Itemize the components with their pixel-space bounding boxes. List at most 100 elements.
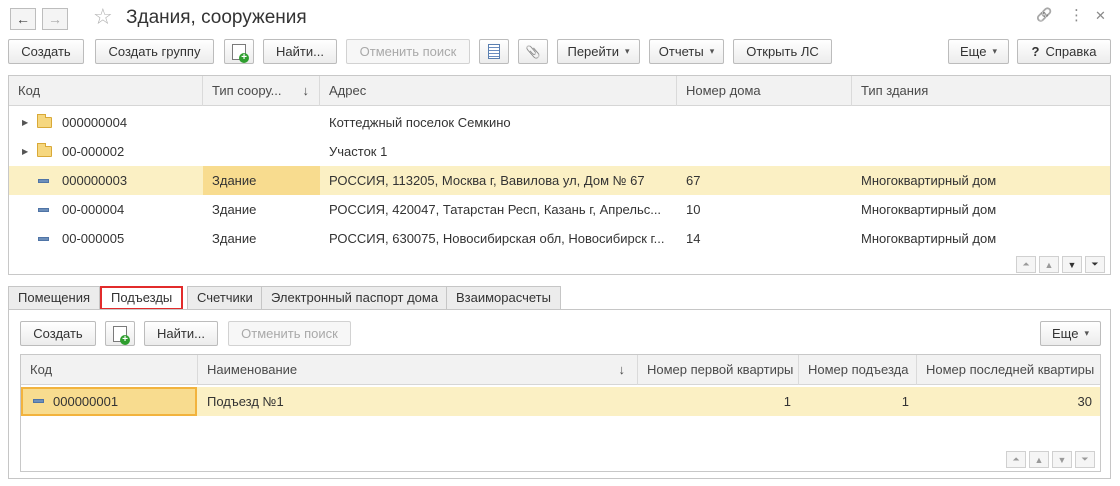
sub-find-button[interactable]: Найти... (144, 321, 218, 346)
sub-create-button[interactable]: Создать (20, 321, 96, 346)
help-label: Справка (1045, 44, 1097, 59)
folder-icon (37, 114, 52, 128)
back-button[interactable]: ← (10, 8, 36, 30)
table-row[interactable]: 00-000005 Здание РОССИЯ, 630075, Новосиб… (9, 224, 1110, 253)
scroll-down-button[interactable]: ▼ (1062, 256, 1082, 273)
sub-copy-button[interactable] (105, 321, 135, 346)
reports-button[interactable]: Отчеты ▾ (649, 39, 724, 64)
paperclip-icon: 📎 (525, 44, 541, 59)
scroll-first-button[interactable]: ⏶ (1006, 451, 1026, 468)
star-icon[interactable]: ☆ (93, 4, 113, 30)
list-button[interactable] (479, 39, 509, 64)
tab-entrances[interactable]: Подъезды (100, 286, 184, 310)
scroll-down-button[interactable]: ▼ (1052, 451, 1072, 468)
sub-more-button[interactable]: Еще ▾ (1040, 321, 1101, 346)
scroll-up-button[interactable]: ▲ (1029, 451, 1049, 468)
table-row[interactable]: ▶ 00-000002 Участок 1 (9, 137, 1110, 166)
page-title: Здания, сооружения (126, 7, 307, 28)
sub-cancel-search-button[interactable]: Отменить поиск (228, 321, 351, 346)
item-icon (33, 399, 44, 403)
column-entrance-number[interactable]: Номер подъезда (799, 355, 917, 385)
link-icon[interactable]: 🔗 (1036, 7, 1052, 23)
more-label: Еще (960, 44, 987, 59)
tab-meters[interactable]: Счетчики (187, 286, 263, 310)
open-ls-button[interactable]: Открыть ЛС (733, 39, 832, 64)
row-type: Здание (212, 231, 257, 246)
tab-settlements[interactable]: Взаиморасчеты (446, 286, 561, 310)
entrances-panel: Создать Найти... Отменить поиск Еще ▾ Код… (8, 309, 1111, 479)
table-row[interactable]: 00-000004 Здание РОССИЯ, 420047, Татарст… (9, 195, 1110, 224)
row-type: Здание (203, 166, 320, 195)
more-button[interactable]: Еще ▾ (948, 39, 1009, 64)
row-address: РОССИЯ, 420047, Татарстан Респ, Казань г… (329, 202, 662, 217)
sort-down-icon: ↓ (302, 83, 310, 98)
row-first-flat: 1 (783, 394, 791, 409)
sort-down-icon: ↓ (618, 362, 626, 377)
row-code: 000000001 (21, 387, 197, 416)
column-type[interactable]: Тип соору... ↓ (203, 76, 320, 106)
scroll-last-button[interactable]: ⏷ (1085, 256, 1105, 273)
create-group-button[interactable]: Создать группу (95, 39, 214, 64)
column-building-type[interactable]: Тип здания (852, 76, 1110, 106)
more-vertical-icon[interactable]: ⋮ (1069, 6, 1084, 24)
tab-premises[interactable]: Помещения (8, 286, 101, 310)
help-button[interactable]: ? Справка (1017, 39, 1111, 64)
row-house: 10 (686, 202, 701, 217)
column-code[interactable]: Код (21, 355, 198, 385)
scroll-first-button[interactable]: ⏶ (1016, 256, 1036, 273)
row-building-type (852, 108, 1110, 137)
row-house (677, 108, 852, 137)
chevron-down-icon: ▾ (624, 46, 630, 56)
create-button[interactable]: Создать (8, 39, 84, 64)
tab-passport[interactable]: Электронный паспорт дома (261, 286, 449, 310)
goto-button[interactable]: Перейти ▾ (557, 39, 640, 64)
find-button[interactable]: Найти... (263, 39, 337, 64)
column-name[interactable]: Наименование ↓ (198, 355, 638, 385)
column-code[interactable]: Код (9, 76, 203, 106)
chevron-down-icon: ▾ (709, 46, 715, 56)
column-house-number[interactable]: Номер дома (677, 76, 852, 106)
column-last-flat[interactable]: Номер последней квартиры (917, 355, 1100, 385)
column-first-flat[interactable]: Номер первой квартиры (638, 355, 799, 385)
folder-icon (37, 143, 52, 157)
row-name: Подъезд №1 (207, 394, 284, 409)
reports-label: Отчеты (658, 44, 704, 59)
row-code: 00-000004 (62, 202, 125, 217)
copy-add-icon (113, 325, 130, 345)
arrow-left-icon: ← (16, 11, 30, 27)
row-code-text: 000000001 (53, 394, 119, 409)
row-house (677, 137, 852, 166)
column-type-label: Тип соору... (212, 83, 282, 98)
row-code: 000000003 (62, 173, 128, 188)
sub-table-header: Код Наименование ↓ Номер первой квартиры … (21, 355, 1100, 385)
row-code: 000000004 (62, 115, 128, 130)
scroll-up-button[interactable]: ▲ (1039, 256, 1059, 273)
chevron-down-icon: ▾ (1084, 328, 1089, 338)
row-type (203, 108, 320, 137)
table-row[interactable]: 000000001 Подъезд №1 1 1 30 (21, 387, 1100, 416)
row-type: Здание (212, 202, 257, 217)
arrow-right-icon: → (48, 11, 62, 27)
table-row[interactable]: 000000003 Здание РОССИЯ, 113205, Москва … (9, 166, 1110, 195)
row-last-flat: 30 (1077, 394, 1092, 409)
table-row[interactable]: ▶ 000000004 Коттеджный поселок Семкино (9, 108, 1110, 137)
scroll-last-button[interactable]: ⏷ (1075, 451, 1095, 468)
goto-label: Перейти (567, 44, 619, 59)
forward-button[interactable]: → (42, 8, 68, 30)
cancel-search-button[interactable]: Отменить поиск (346, 39, 470, 64)
close-icon[interactable]: ✕ (1095, 8, 1106, 24)
item-icon (38, 179, 49, 183)
expand-arrow-icon[interactable]: ▶ (22, 108, 28, 137)
expand-arrow-icon[interactable]: ▶ (22, 137, 28, 166)
item-icon (38, 208, 49, 212)
row-building-type: Многоквартирный дом (861, 173, 997, 188)
attach-button[interactable]: 📎 (518, 39, 548, 64)
row-building-type (852, 137, 1110, 166)
chevron-down-icon: ▾ (992, 46, 997, 56)
copy-button[interactable] (224, 39, 254, 64)
row-address: РОССИЯ, 630075, Новосибирская обл, Новос… (329, 231, 665, 246)
row-code: 00-000002 (62, 144, 125, 159)
item-icon (38, 237, 49, 241)
column-address[interactable]: Адрес (320, 76, 677, 106)
row-address: Коттеджный поселок Семкино (329, 115, 511, 130)
